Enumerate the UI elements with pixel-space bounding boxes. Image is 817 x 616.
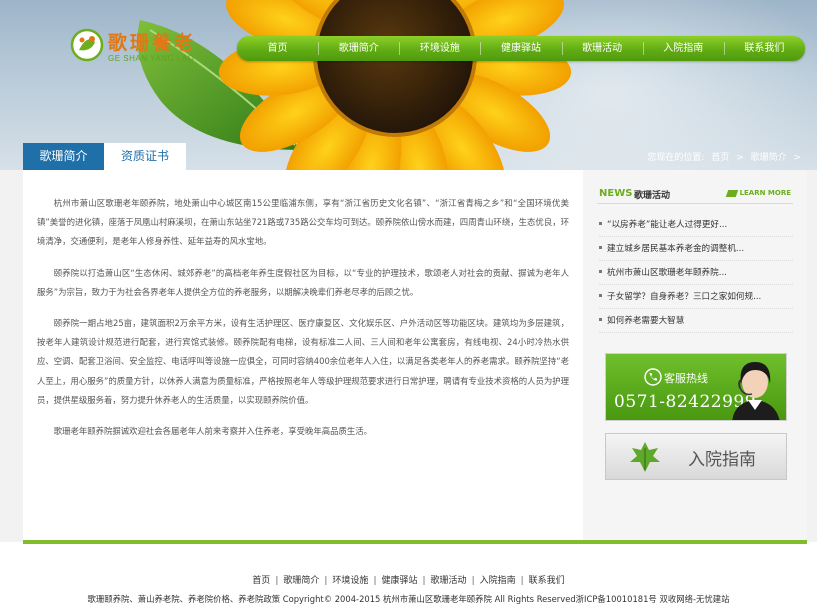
footer-link-contact[interactable]: 联系我们: [529, 576, 565, 586]
footer-link-home[interactable]: 首页: [252, 576, 270, 586]
news-label-en: NEWS: [599, 188, 633, 199]
breadcrumb-home-link[interactable]: 首页: [711, 153, 729, 163]
news-item[interactable]: 杭州市萧山区歌珊老年颐养院...: [599, 261, 793, 285]
news-header: NEWS 歌珊活动 LEARN MORE: [599, 188, 791, 202]
nav-item-health[interactable]: 健康驿站: [480, 36, 561, 61]
footer-separator: |: [373, 576, 377, 586]
hotline-label: 客服热线: [664, 372, 708, 385]
logo-name: 歌珊養老: [108, 32, 197, 54]
footer-link-facilities[interactable]: 环境设施: [332, 576, 368, 586]
news-item[interactable]: 建立城乡居民基本养老金的调整机...: [599, 237, 793, 261]
news-item-title: 如何养老需要大智慧: [607, 316, 685, 326]
hotline-banner[interactable]: 客服热线 0571-82422999: [605, 353, 787, 421]
news-divider: [597, 203, 793, 204]
logo-emblem-icon: [70, 28, 104, 62]
breadcrumb-separator: >: [736, 153, 744, 163]
learn-more-label: LEARN MORE: [739, 189, 791, 197]
admission-label: 入院指南: [688, 450, 756, 470]
news-item-title: 子女留学？自身养老？三口之家如何规...: [607, 292, 762, 302]
tab-certificates[interactable]: 资质证书: [104, 143, 186, 170]
bullet-icon: [599, 318, 602, 321]
footer-separator: |: [275, 576, 279, 586]
copyright-text: 歌珊颐养院、萧山养老院、养老院价格、养老院政策 Copyright© 2004-…: [87, 594, 730, 604]
phone-icon: [644, 368, 662, 386]
footer-separator: |: [422, 576, 426, 586]
footer-separator: |: [471, 576, 475, 586]
content-paragraph: 颐养院以打造萧山区“生态休闲、城郊养老”的高档老年养生度假社区为目标，以“专业的…: [37, 267, 569, 297]
nav-item-about[interactable]: 歌珊简介: [318, 36, 399, 61]
bullet-icon: [599, 222, 602, 225]
more-arrow-icon: [725, 189, 738, 197]
news-item-title: 杭州市萧山区歌珊老年颐养院...: [607, 268, 727, 278]
news-item-title: 建立城乡居民基本养老金的调整机...: [607, 244, 745, 254]
breadcrumb: 您现在的位置: 首页 > 歌珊简介 >: [645, 150, 803, 163]
nav-item-home[interactable]: 首页: [237, 36, 318, 61]
customer-service-agent-icon: [732, 362, 780, 420]
admission-guide-banner[interactable]: 入院指南: [605, 433, 787, 480]
nav-item-activities[interactable]: 歌珊活动: [561, 36, 643, 61]
news-label-cn: 歌珊活动: [634, 191, 671, 201]
nav-item-contact[interactable]: 联系我们: [723, 36, 805, 61]
breadcrumb-trail: >: [793, 153, 801, 163]
news-item-title: “以房养老”能让老人过得更好...: [607, 220, 728, 230]
content-paragraph: 歌珊老年颐养院摒诚欢迎社会各届老年人前来考察并入住养老，享受晚年高品质生活。: [53, 426, 373, 437]
bullet-icon: [599, 270, 602, 273]
footer-link-activities[interactable]: 歌珊活动: [431, 576, 467, 586]
content-paragraph: 颐养院一期占地25亩，建筑面积2万余平方米，设有生活护理区、医疗康复区、文化娱乐…: [37, 318, 569, 405]
footer-link-health[interactable]: 健康驿站: [381, 576, 417, 586]
footer-link-about[interactable]: 歌珊简介: [283, 576, 319, 586]
content-paragraph: 杭州市萧山区歌珊老年颐养院，地处萧山中心城区南15公里临浦东侧，享有“浙江省历史…: [37, 198, 569, 247]
leaf-icon: [630, 442, 660, 472]
nav-item-admission[interactable]: 入院指南: [642, 36, 724, 61]
about-content: 杭州市萧山区歌珊老年颐养院，地处萧山中心城区南15公里临浦东侧，享有“浙江省历史…: [23, 170, 583, 540]
breadcrumb-current[interactable]: 歌珊简介: [751, 153, 787, 163]
site-logo[interactable]: 歌珊養老 GE SHAN YANG LAO: [70, 28, 220, 68]
breadcrumb-prefix: 您现在的位置:: [647, 153, 705, 163]
nav-item-facilities[interactable]: 环境设施: [399, 36, 480, 61]
footer-nav: 首页 | 歌珊简介 | 环境设施 | 健康驿站 | 歌珊活动 | 入院指南 | 联系我们: [0, 573, 817, 586]
main-nav: 首页 歌珊简介 环境设施 健康驿站 歌珊活动 入院指南 联系我们: [237, 36, 805, 61]
logo-subtitle: GE SHAN YANG LAO: [108, 54, 195, 63]
bullet-icon: [599, 294, 602, 297]
footer-link-admission[interactable]: 入院指南: [480, 576, 516, 586]
news-item[interactable]: 子女留学？自身养老？三口之家如何规...: [599, 285, 793, 309]
footer-separator: |: [324, 576, 328, 586]
content-bottom-rule: [23, 540, 807, 544]
news-item[interactable]: 如何养老需要大智慧: [599, 309, 793, 333]
news-list: “以房养老”能让老人过得更好... 建立城乡居民基本养老金的调整机... 杭州市…: [599, 213, 793, 333]
news-item[interactable]: “以房养老”能让老人过得更好...: [599, 213, 793, 237]
footer-separator: |: [520, 576, 524, 586]
learn-more-link[interactable]: LEARN MORE: [725, 189, 791, 197]
bullet-icon: [599, 246, 602, 249]
tab-about[interactable]: 歌珊简介: [23, 143, 104, 170]
